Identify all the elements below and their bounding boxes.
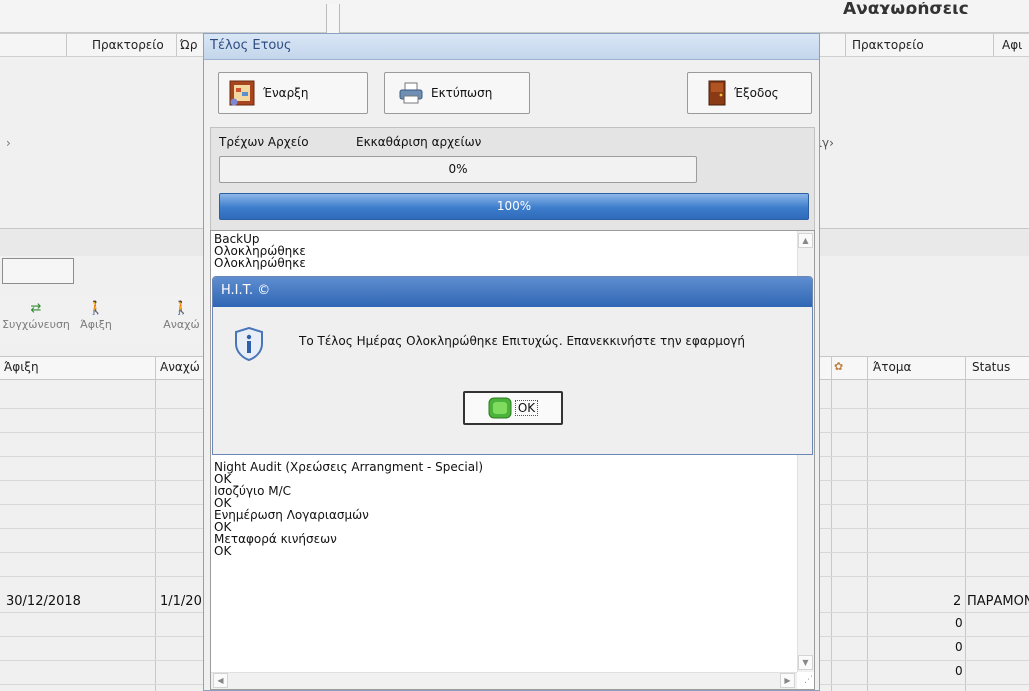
total-progress-bar: 100% (219, 193, 809, 220)
ok-check-icon (488, 397, 512, 419)
row-arrival-date[interactable]: 30/12/2018 (6, 594, 81, 609)
dialog-message: Το Τέλος Ημέρας Ολοκληρώθηκε Επιτυχώς. Ε… (299, 334, 745, 348)
message-dialog: H.I.T. © Το Τέλος Ημέρας Ολοκληρώθηκε Επ… (212, 276, 813, 455)
departure-label: Αναχώ (163, 318, 200, 331)
left-band (0, 228, 203, 256)
table-header-status[interactable]: Status (972, 360, 1010, 374)
resize-grip-icon[interactable]: ⋰ (798, 673, 813, 688)
total-progress-text: 100% (496, 199, 532, 213)
log-line: Μεταφορά κινήσεων (214, 532, 337, 546)
row-status[interactable]: ΠΑΡΑΜΟΝ (967, 594, 1029, 609)
start-icon (229, 80, 255, 106)
cleanup-label: Εκκαθάριση αρχείων (356, 135, 482, 149)
door-icon (708, 80, 726, 106)
log-line: OK (214, 544, 232, 558)
left-scroll-arrow: › (6, 136, 11, 150)
table-header-persons[interactable]: Άτομα (873, 360, 911, 374)
current-progress-bar: 0% (219, 156, 697, 183)
start-label: Έναρξη (263, 86, 309, 100)
arrival-button[interactable]: 🚶 Άφιξη (76, 300, 116, 340)
log-line: Ενημέρωση Λογαριασμών (214, 508, 369, 522)
log-horizontal-scrollbar[interactable]: ◀ ▶ (211, 672, 797, 689)
row-persons-zero[interactable]: 0 (955, 664, 963, 678)
exit-button[interactable]: Έξοδος (687, 72, 812, 114)
splitter-handle[interactable] (326, 4, 340, 33)
log-line: Ολοκληρώθηκε (214, 256, 306, 270)
dialog-title: H.I.T. © (213, 277, 812, 307)
window-title: Τέλος Ετους (204, 34, 819, 60)
row-persons-zero[interactable]: 0 (955, 616, 963, 630)
sync-label: Συγχώνευση (2, 318, 70, 331)
arrival-label: Άφιξη (80, 318, 112, 331)
table-header-departure[interactable]: Αναχώ (160, 360, 200, 374)
row-departure-date[interactable]: 1/1/20 (160, 594, 202, 609)
left-column-header-agency[interactable]: Πρακτορείο (92, 38, 164, 52)
exit-label: Έξοδος (734, 86, 779, 100)
row-persons-zero[interactable]: 0 (955, 640, 963, 654)
table-header-arrival[interactable]: Άφιξη (4, 360, 39, 374)
right-column-header-agency[interactable]: Πρακτορείο (852, 38, 924, 52)
row-persons[interactable]: 2 (953, 594, 961, 609)
flower-icon: ✿ (834, 360, 844, 373)
ok-button[interactable]: OK (463, 391, 563, 425)
ok-label: OK (514, 400, 539, 416)
printer-icon (399, 82, 423, 104)
current-file-label: Τρέχων Αρχείο (219, 135, 309, 149)
sync-button[interactable]: ⇄ Συγχώνευση (0, 300, 72, 340)
left-column-header-time[interactable]: Ώρ (180, 38, 198, 52)
left-text-box[interactable] (2, 258, 74, 284)
log-line: Ισοζύγιο M/C (214, 484, 292, 498)
scroll-left-icon[interactable]: ◀ (213, 673, 228, 688)
background-top-title: Αναχωρήσεις (843, 2, 969, 14)
right-band (820, 228, 1029, 256)
start-button[interactable]: Έναρξη (218, 72, 368, 114)
print-label: Εκτύπωση (431, 86, 493, 100)
right-column-header-arrival[interactable]: Αφι (1002, 38, 1022, 52)
scroll-down-icon[interactable]: ▼ (798, 655, 813, 670)
progress-panel: Τρέχων Αρχείο Εκκαθάριση αρχείων 0% 100% (210, 127, 815, 232)
scroll-up-icon[interactable]: ▲ (798, 233, 813, 248)
departure-button[interactable]: 🚶 Αναχώ (160, 300, 203, 340)
log-line: Night Audit (Χρεώσεις Arrangment - Speci… (214, 460, 484, 474)
info-shield-icon (235, 327, 263, 361)
scroll-right-icon[interactable]: ▶ (780, 673, 795, 688)
right-overflow-text: ιγ› (818, 136, 834, 150)
walker-icon: 🚶 (173, 301, 190, 316)
current-progress-text: 0% (448, 162, 468, 176)
print-button[interactable]: Εκτύπωση (384, 72, 530, 114)
sync-icon: ⇄ (30, 301, 42, 316)
walker-icon: 🚶 (87, 301, 105, 316)
